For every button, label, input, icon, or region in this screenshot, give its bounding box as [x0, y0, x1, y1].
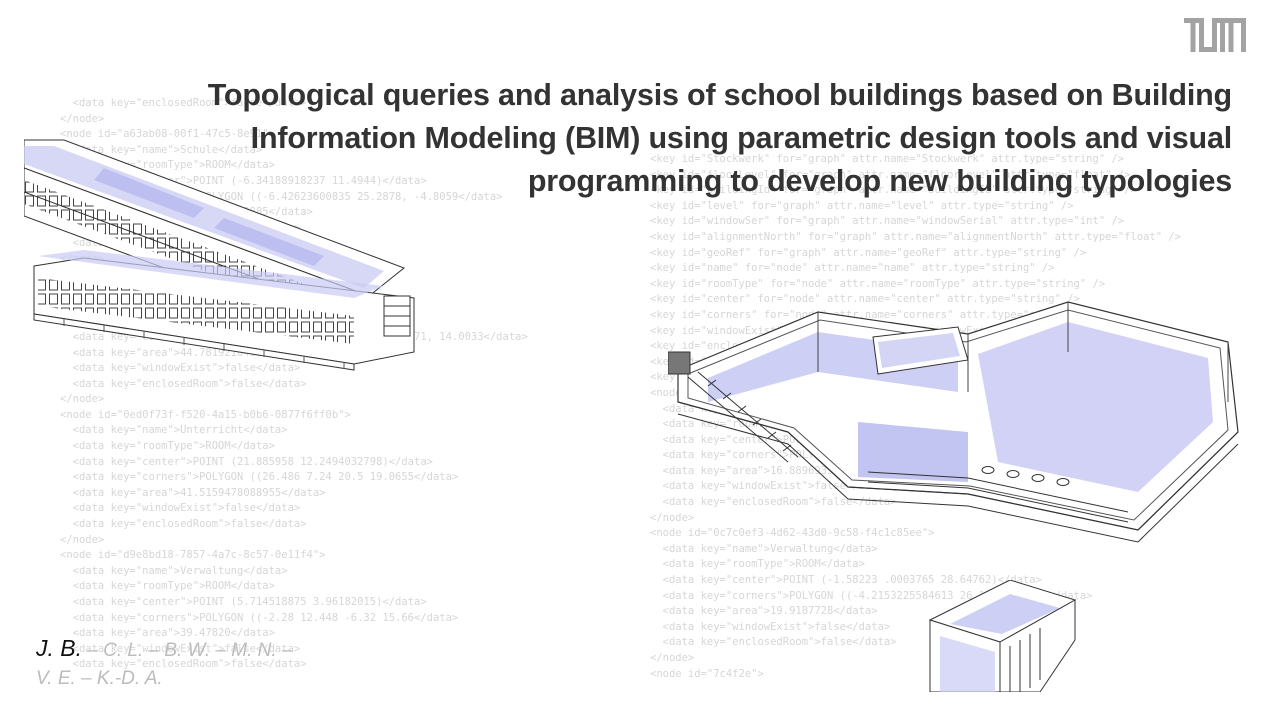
co-authors-line-2: V. E. – K.-D. A. [36, 668, 163, 689]
school-building-illustration-bottom [920, 580, 1080, 692]
page-title: Topological queries and analysis of scho… [152, 74, 1232, 203]
school-building-illustration-right [668, 282, 1248, 544]
lead-author: J. B. [36, 635, 83, 661]
title-line-3: programming to develop new building typo… [527, 164, 1232, 198]
title-line-2: Information Modeling (BIM) using paramet… [250, 121, 1233, 155]
co-authors-line-1: – C. L. – B. W. – M. N. – [82, 640, 293, 661]
title-line-1: Topological queries and analysis of scho… [207, 78, 1232, 112]
tum-logo [1184, 18, 1246, 52]
tum-logo-mark [1184, 18, 1246, 52]
title-slide: <data key="enclosedRoom">false</data> </… [0, 0, 1280, 720]
author-list: J. B. – C. L. – B. W. – M. N. – V. E. – … [36, 634, 456, 693]
